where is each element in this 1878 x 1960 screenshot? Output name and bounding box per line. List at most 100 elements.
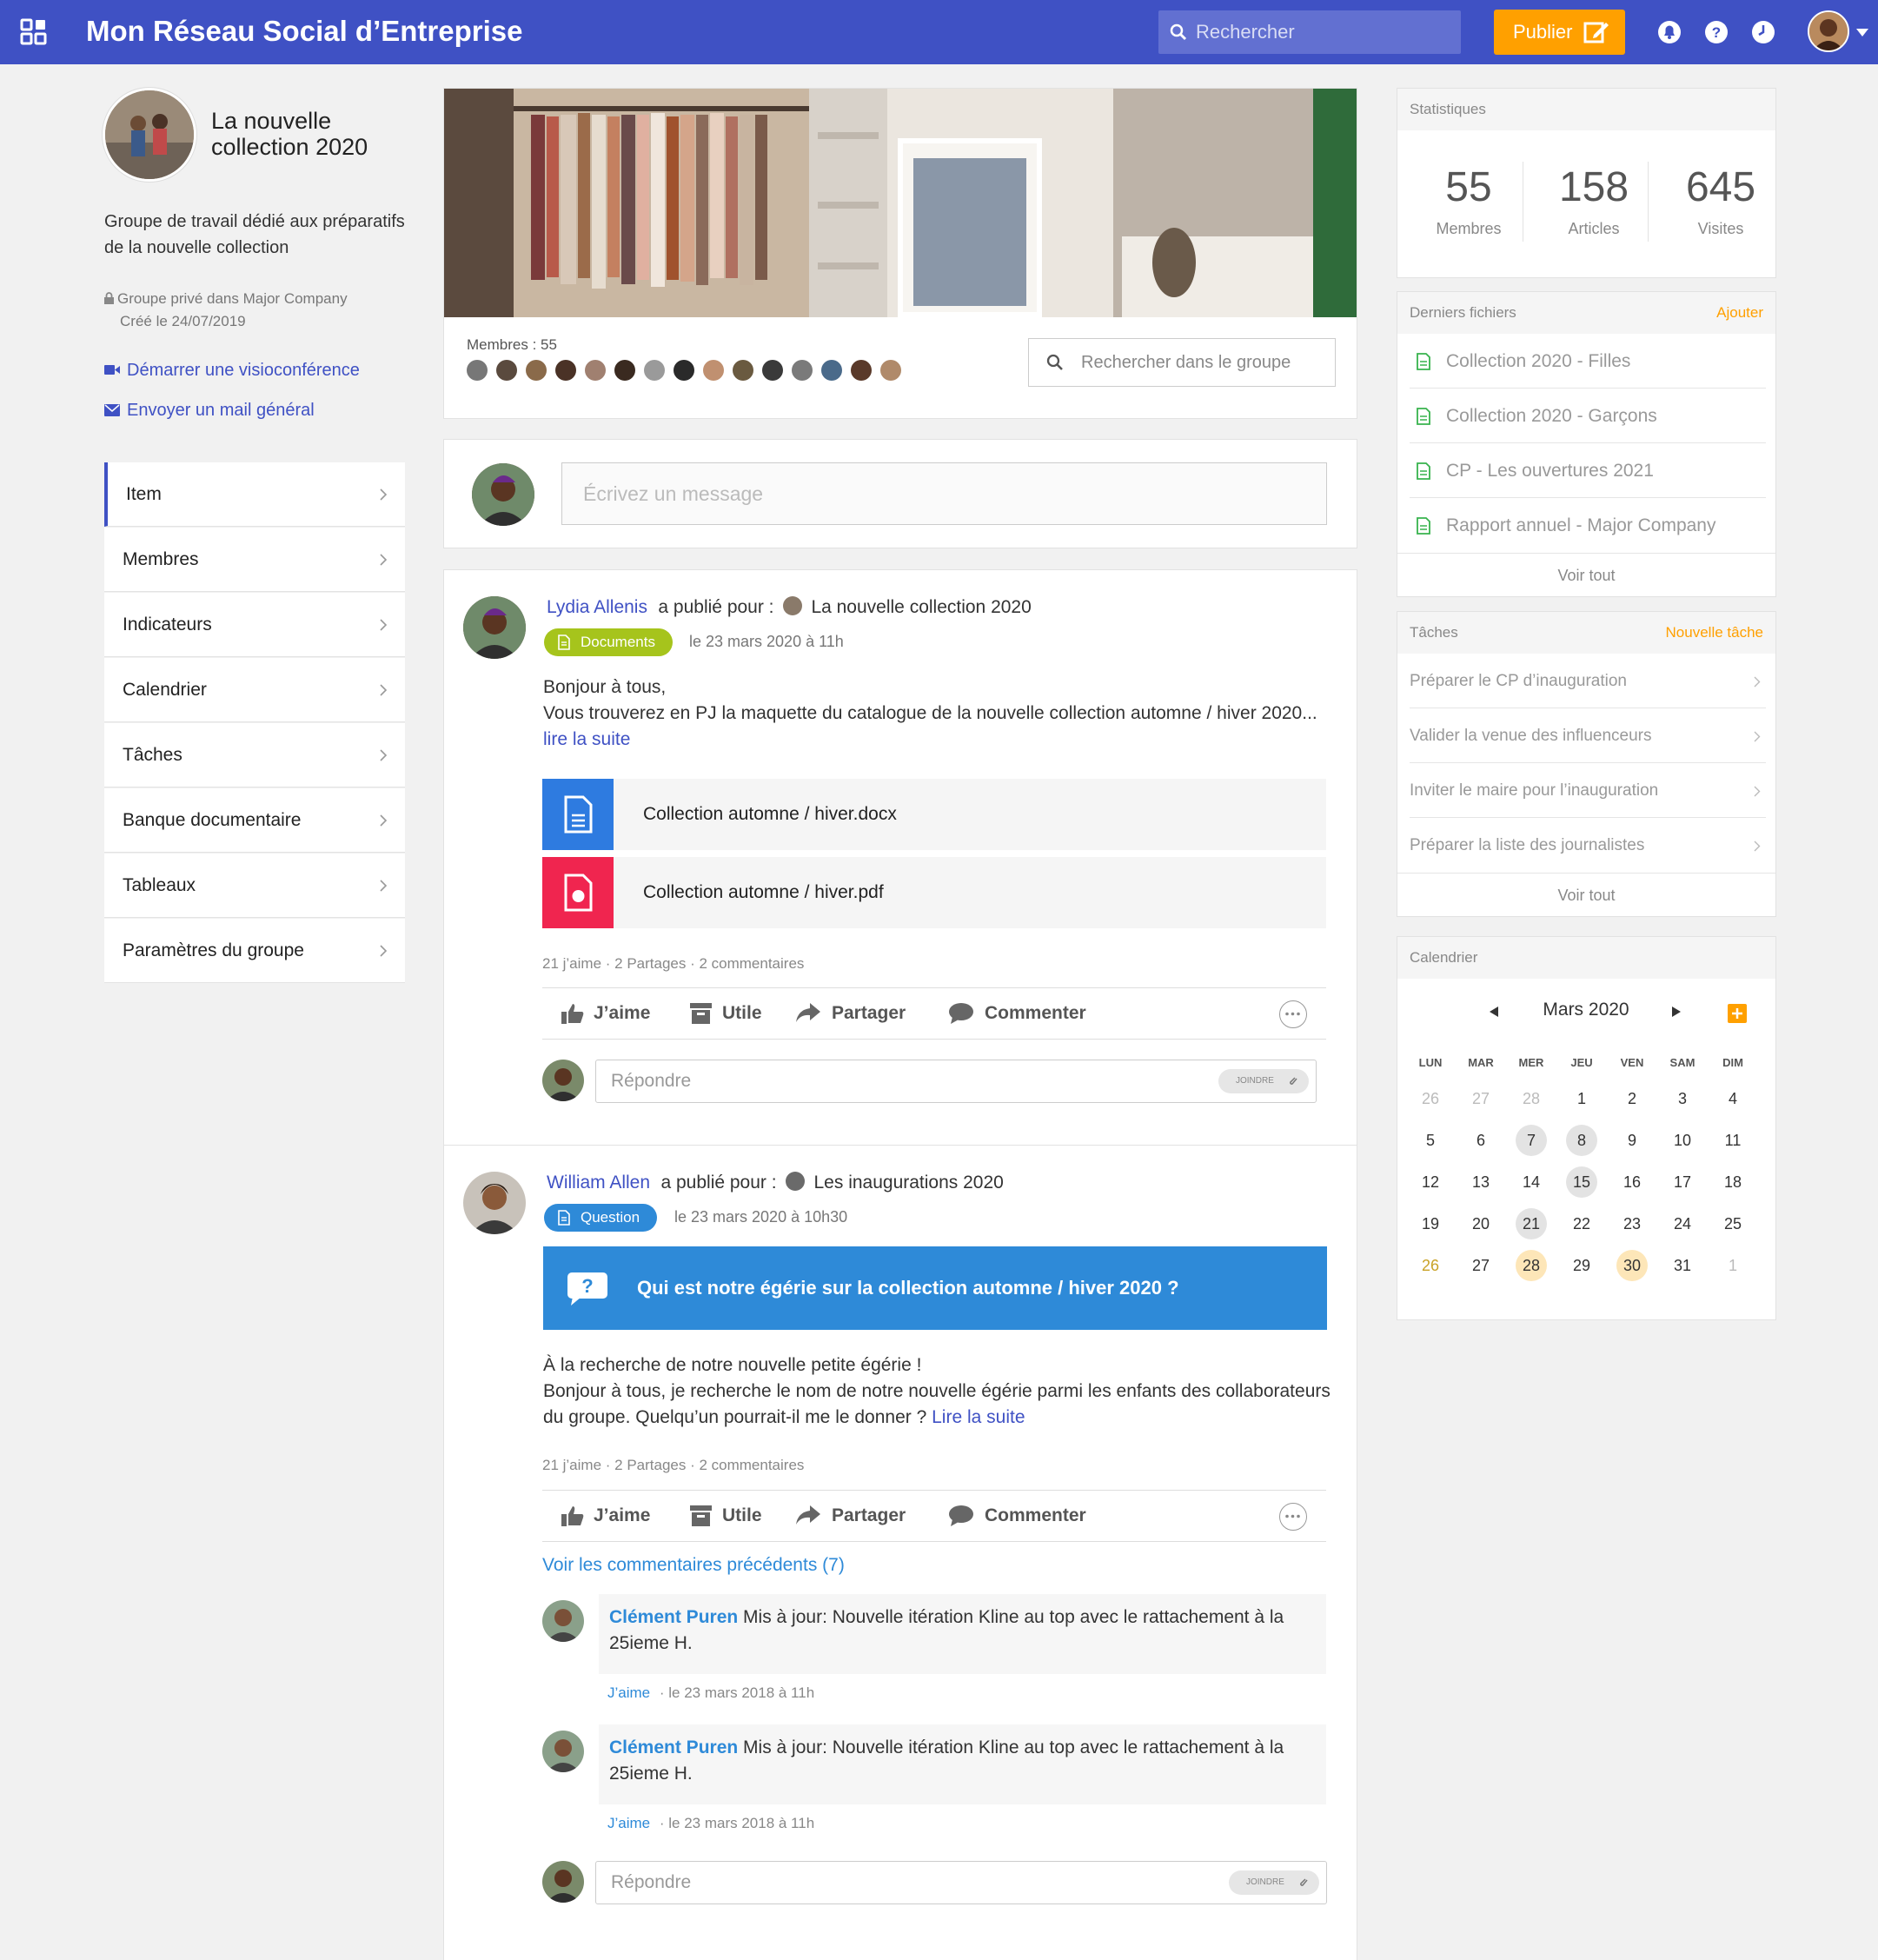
calendar-day[interactable]: 19 bbox=[1415, 1208, 1446, 1239]
calendar-day[interactable]: 12 bbox=[1415, 1166, 1446, 1198]
calendar-day[interactable]: 6 bbox=[1465, 1125, 1496, 1156]
member-avatar[interactable] bbox=[467, 360, 488, 381]
member-avatar[interactable] bbox=[821, 360, 842, 381]
calendar-day[interactable]: 5 bbox=[1415, 1125, 1446, 1156]
nav-item[interactable]: Indicateurs bbox=[104, 593, 405, 657]
global-search-input[interactable]: Rechercher bbox=[1158, 10, 1461, 54]
useful-button[interactable]: Utile bbox=[690, 1491, 762, 1541]
member-avatar[interactable] bbox=[851, 360, 872, 381]
group-search-input[interactable]: Rechercher dans le groupe bbox=[1028, 338, 1336, 387]
calendar-day[interactable]: 2 bbox=[1616, 1083, 1648, 1114]
task-item[interactable]: Inviter le maire pour l’inauguration bbox=[1410, 763, 1766, 818]
message-input[interactable]: Écrivez un message bbox=[561, 462, 1327, 525]
calendar-day[interactable]: 21 bbox=[1516, 1208, 1547, 1239]
file-item[interactable]: Rapport annuel - Major Company bbox=[1410, 498, 1766, 553]
calendar-day[interactable]: 7 bbox=[1516, 1125, 1547, 1156]
see-previous-comments-link[interactable]: Voir les commentaires précédents (7) bbox=[542, 1555, 845, 1576]
member-avatar[interactable] bbox=[880, 360, 901, 381]
calendar-day[interactable]: 27 bbox=[1465, 1083, 1496, 1114]
calendar-day[interactable]: 27 bbox=[1465, 1250, 1496, 1281]
publish-button[interactable]: Publier bbox=[1494, 10, 1625, 55]
apps-grid-icon[interactable] bbox=[19, 17, 49, 47]
member-avatar[interactable] bbox=[555, 360, 576, 381]
calendar-day[interactable]: 4 bbox=[1717, 1083, 1749, 1114]
nav-item[interactable]: Tableaux bbox=[104, 854, 405, 918]
calendar-day[interactable]: 28 bbox=[1516, 1250, 1547, 1281]
user-avatar[interactable] bbox=[1808, 10, 1849, 52]
file-item[interactable]: Collection 2020 - Filles bbox=[1410, 334, 1766, 389]
file-item[interactable]: Collection 2020 - Garçons bbox=[1410, 389, 1766, 443]
more-options-icon[interactable] bbox=[1279, 1000, 1307, 1028]
attachment-docx[interactable]: Collection automne / hiver.docx bbox=[542, 779, 1326, 850]
add-file-button[interactable]: Ajouter bbox=[1716, 292, 1763, 334]
attach-button[interactable]: JOINDRE bbox=[1229, 1870, 1319, 1895]
member-avatar[interactable] bbox=[674, 360, 694, 381]
task-item[interactable]: Préparer la liste des journalistes bbox=[1410, 818, 1766, 873]
calendar-day[interactable]: 31 bbox=[1667, 1250, 1698, 1281]
member-avatar[interactable] bbox=[614, 360, 635, 381]
member-avatar[interactable] bbox=[644, 360, 665, 381]
reply-input[interactable]: Répondre JOINDRE bbox=[595, 1060, 1317, 1103]
comment-author[interactable]: Clément Puren bbox=[609, 1737, 738, 1757]
calendar-day[interactable]: 17 bbox=[1667, 1166, 1698, 1198]
chevron-down-icon[interactable] bbox=[1856, 29, 1868, 37]
video-conference-link[interactable]: Démarrer une visioconférence bbox=[104, 361, 360, 381]
file-item[interactable]: CP - Les ouvertures 2021 bbox=[1410, 443, 1766, 498]
comment-button[interactable]: Commenter bbox=[949, 988, 1086, 1039]
like-button[interactable]: J’aime bbox=[561, 988, 650, 1039]
more-options-icon[interactable] bbox=[1279, 1503, 1307, 1531]
attach-button[interactable]: JOINDRE bbox=[1218, 1069, 1309, 1093]
member-avatar[interactable] bbox=[585, 360, 606, 381]
nav-item[interactable]: Banque documentaire bbox=[104, 788, 405, 853]
nav-item[interactable]: Calendrier bbox=[104, 658, 405, 722]
nav-item[interactable]: Item bbox=[104, 462, 405, 527]
share-button[interactable]: Partager bbox=[796, 988, 906, 1039]
calendar-day[interactable]: 3 bbox=[1667, 1083, 1698, 1114]
nav-item[interactable]: Paramètres du groupe bbox=[104, 919, 405, 983]
member-avatar[interactable] bbox=[733, 360, 753, 381]
useful-button[interactable]: Utile bbox=[690, 988, 762, 1039]
calendar-day[interactable]: 14 bbox=[1516, 1166, 1547, 1198]
comment-author-avatar[interactable] bbox=[542, 1600, 584, 1642]
member-avatar[interactable] bbox=[526, 360, 547, 381]
add-event-icon[interactable] bbox=[1728, 1004, 1747, 1023]
calendar-day[interactable]: 13 bbox=[1465, 1166, 1496, 1198]
calendar-day[interactable]: 23 bbox=[1616, 1208, 1648, 1239]
post-target-group[interactable]: La nouvelle collection 2020 bbox=[811, 597, 1031, 617]
general-mail-link[interactable]: Envoyer un mail général bbox=[104, 401, 315, 421]
calendar-day[interactable]: 30 bbox=[1616, 1250, 1648, 1281]
calendar-day[interactable]: 28 bbox=[1516, 1083, 1547, 1114]
member-avatar[interactable] bbox=[762, 360, 783, 381]
calendar-day[interactable]: 15 bbox=[1566, 1166, 1597, 1198]
history-clock-icon[interactable] bbox=[1750, 19, 1776, 45]
calendar-day[interactable]: 11 bbox=[1717, 1125, 1749, 1156]
calendar-day[interactable]: 26 bbox=[1415, 1083, 1446, 1114]
post-author[interactable]: Lydia Allenis bbox=[547, 597, 647, 617]
calendar-day[interactable]: 1 bbox=[1566, 1083, 1597, 1114]
attachment-pdf[interactable]: Collection automne / hiver.pdf bbox=[542, 857, 1326, 928]
calendar-day[interactable]: 29 bbox=[1566, 1250, 1597, 1281]
calendar-day[interactable]: 1 bbox=[1717, 1250, 1749, 1281]
comment-like-link[interactable]: J’aime bbox=[607, 1684, 650, 1701]
calendar-day[interactable]: 26 bbox=[1415, 1250, 1446, 1281]
calendar-day[interactable]: 20 bbox=[1465, 1208, 1496, 1239]
task-item[interactable]: Préparer le CP d’inauguration bbox=[1410, 654, 1766, 708]
calendar-day[interactable]: 24 bbox=[1667, 1208, 1698, 1239]
comment-author[interactable]: Clément Puren bbox=[609, 1607, 738, 1627]
comment-author-avatar[interactable] bbox=[542, 1731, 584, 1772]
post-author[interactable]: William Allen bbox=[547, 1173, 650, 1193]
task-item[interactable]: Valider la venue des influenceurs bbox=[1410, 708, 1766, 763]
post-author-avatar[interactable] bbox=[463, 1172, 526, 1234]
reply-input[interactable]: Répondre JOINDRE bbox=[595, 1861, 1327, 1904]
member-avatar[interactable] bbox=[703, 360, 724, 381]
help-icon[interactable]: ? bbox=[1703, 19, 1729, 45]
files-see-all-link[interactable]: Voir tout bbox=[1397, 553, 1775, 596]
calendar-day[interactable]: 10 bbox=[1667, 1125, 1698, 1156]
calendar-day[interactable]: 22 bbox=[1566, 1208, 1597, 1239]
nav-item[interactable]: Membres bbox=[104, 528, 405, 592]
notifications-icon[interactable] bbox=[1656, 19, 1682, 45]
read-more-link[interactable]: Lire la suite bbox=[932, 1407, 1025, 1427]
prev-month-icon[interactable] bbox=[1490, 1007, 1498, 1017]
read-more-link[interactable]: lire la suite bbox=[543, 727, 1343, 753]
calendar-day[interactable]: 18 bbox=[1717, 1166, 1749, 1198]
